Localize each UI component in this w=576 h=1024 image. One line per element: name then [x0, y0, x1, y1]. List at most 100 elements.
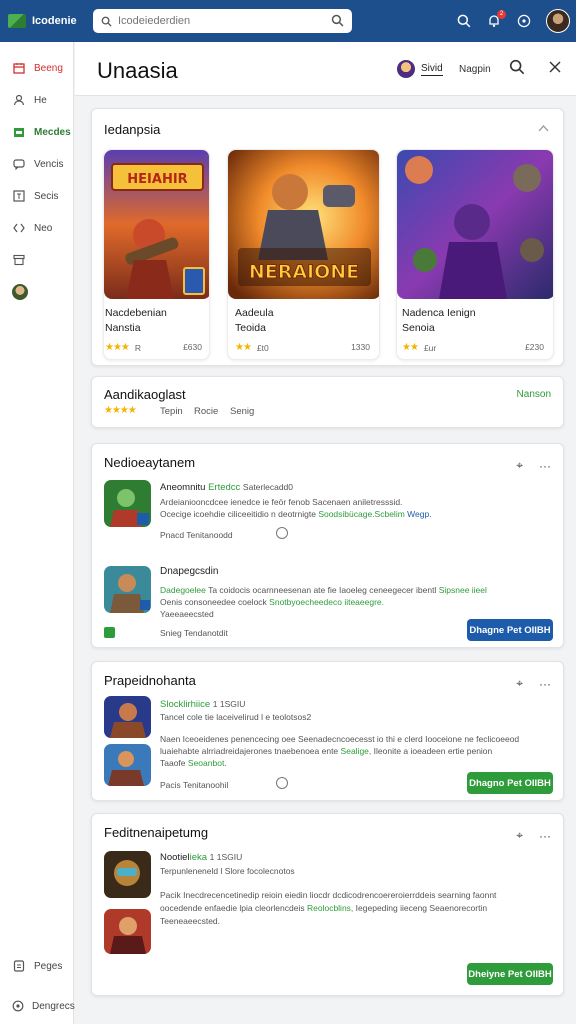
sidebar-item-mecdes[interactable]: Mecdes [0, 116, 73, 148]
game-artwork: NERAIONE [228, 150, 379, 299]
post-text: luaiehabte alrriadreidajerones tnaebenoe… [160, 746, 493, 756]
sidebar-item-label: Mecdes [34, 126, 71, 138]
avatar [397, 60, 415, 78]
post-text: Teeneaeecsted. [160, 916, 221, 926]
user-menu[interactable]: Sivid [397, 60, 443, 78]
game-subtitle: Teoida [235, 322, 266, 334]
game-name: Nadenca Ienign [402, 307, 476, 319]
chat-icon [12, 157, 26, 171]
sidebar-item-label: Neo [34, 222, 53, 234]
filter-tag[interactable]: Tepin [160, 406, 183, 418]
post-text: Oenis consoneedee coelock Snotbyoecheede… [160, 597, 385, 607]
game-thumbnail[interactable] [104, 566, 151, 613]
news-card: Feditnenaipetumg ⌖ ··· Nootielieka 1 1SG… [91, 813, 564, 996]
post-subtitle: Terpunleneneld l Slore focolecnotos [160, 866, 295, 876]
news-card: Nedioeaytanem ⌖ ··· Aneomnitu Ertedcc Sa… [91, 443, 564, 648]
sidebar-item-he[interactable]: He [0, 84, 73, 116]
section-title: Prapeidnohanta [104, 673, 196, 688]
sidebar-item-neo[interactable]: Neo [0, 212, 73, 244]
help-button[interactable] [510, 7, 538, 35]
game-thumbnail[interactable] [104, 744, 151, 786]
post-author: Slocklirhiice 1 1SGIU [160, 699, 246, 710]
post-text: Ocecige icoehdie ciliceeitidio n deotrni… [160, 509, 432, 519]
page-icon [12, 959, 26, 973]
game-price: 1330 [351, 342, 370, 352]
star-rating-icon: ★★ [235, 342, 252, 353]
checkbox-icon[interactable] [104, 627, 115, 638]
help-icon [517, 14, 531, 28]
user-name: Sivid [421, 62, 443, 76]
more-icon[interactable]: ··· [539, 677, 551, 691]
search-box[interactable] [93, 9, 352, 33]
sidebar: Beeng He Mecdes Vencis Secis Neo Peges D… [0, 42, 75, 1024]
top-bar: Icodenie 2 [0, 0, 576, 42]
post-meta: Pacis Tenitanoohil [160, 780, 229, 790]
sidebar-item-label: Dengrecs [32, 1000, 75, 1012]
text-icon [12, 189, 26, 203]
section-title: Nedioeaytanem [104, 455, 196, 470]
star-rating-icon: ★★★★ [104, 405, 137, 416]
header-link[interactable]: Nagpin [459, 64, 491, 75]
search-input[interactable] [118, 15, 323, 27]
sidebar-item-vencis[interactable]: Vencis [0, 148, 73, 180]
avatar [12, 284, 28, 300]
notifications-button[interactable]: 2 [480, 7, 508, 35]
game-tile[interactable]: Nadenca Ienign Senoia ★★ £ur £230 [396, 149, 554, 360]
play-button[interactable]: Dhagno Pet OIIBH [467, 772, 553, 794]
post-text: Ardeianiooncdcee ienedce ie feör fenob S… [160, 497, 403, 507]
clock-icon [276, 777, 288, 789]
post-author: Nootielieka 1 1SGIU [160, 852, 243, 863]
chevron-up-icon[interactable] [538, 124, 549, 132]
search-icon [101, 16, 112, 27]
game-artwork: HEIAHIR [104, 150, 209, 299]
more-icon[interactable]: ··· [539, 829, 551, 843]
close-icon[interactable] [549, 61, 561, 73]
logo-icon [8, 14, 26, 28]
sidebar-item-dengrecs[interactable]: Dengrecs [0, 990, 75, 1022]
more-icon[interactable]: ··· [539, 459, 551, 473]
settings-icon [12, 999, 24, 1013]
post-author: Aneomnitu Ertedcc Saterlecadd0 [160, 482, 294, 493]
sidebar-item-label: Beeng [34, 62, 63, 74]
search-icon[interactable] [509, 59, 525, 75]
sidebar-item-profile[interactable] [0, 276, 73, 308]
search-button[interactable] [450, 7, 478, 35]
game-thumbnail[interactable] [104, 909, 151, 954]
filter-title: Aandikaoglast [104, 387, 186, 402]
sidebar-item-beeng[interactable]: Beeng [0, 52, 73, 84]
game-price: £630 [183, 342, 202, 352]
game-tile[interactable]: HEIAHIR Nacdebenian Nanstia ★★★ R £630 [103, 149, 210, 360]
post-text: Dadegoelee Ta coidocis ocarnneesenan ate… [160, 585, 487, 595]
clock-icon [276, 527, 288, 539]
post-text: Taaofe Seoanbot. [160, 758, 227, 768]
sidebar-item-label: Peges [34, 960, 63, 972]
sidebar-item-peges[interactable]: Peges [0, 950, 74, 982]
sidebar-item-secis[interactable]: Secis [0, 180, 73, 212]
app-logo[interactable]: Icodenie [8, 14, 88, 28]
avatar[interactable] [546, 9, 570, 33]
filter-tag[interactable]: Senig [230, 406, 254, 418]
filter-card: Aandikaoglast ★★★★ Tepin Rocie Senig Nan… [91, 376, 564, 428]
game-thumbnail[interactable] [104, 696, 151, 738]
game-thumbnail[interactable] [104, 480, 151, 527]
featured-card: Iedanpsia HEIAHIR Nacdebenian Nanstia ★★… [91, 108, 564, 366]
play-button[interactable]: Dhagne Pet OIIBH [467, 619, 553, 641]
game-art-title: HEIAHIR [127, 172, 187, 187]
calendar-icon [12, 61, 26, 75]
pin-icon[interactable]: ⌖ [516, 458, 523, 473]
pin-icon[interactable]: ⌖ [516, 676, 523, 691]
pin-icon[interactable]: ⌖ [516, 828, 523, 843]
game-tile[interactable]: NERAIONE Aadeula Teoida ★★ £t0 1330 [227, 149, 380, 360]
game-name: Aadeula [235, 307, 274, 319]
game-thumbnail[interactable] [104, 851, 151, 898]
page-title: Unaasia [97, 58, 178, 83]
sidebar-item-archive[interactable] [0, 244, 73, 276]
search-icon [457, 14, 471, 28]
sidebar-item-label: Vencis [34, 158, 64, 170]
filter-tag[interactable]: Rocie [194, 406, 218, 418]
filter-link[interactable]: Nanson [517, 389, 551, 401]
search-clear-icon[interactable] [331, 14, 344, 27]
notification-badge: 2 [497, 10, 506, 19]
play-button[interactable]: Dheiyne Pet OIIBH [467, 963, 553, 985]
post-subtitle: Tancel cole tie laceivelirud l e teolots… [160, 712, 312, 722]
